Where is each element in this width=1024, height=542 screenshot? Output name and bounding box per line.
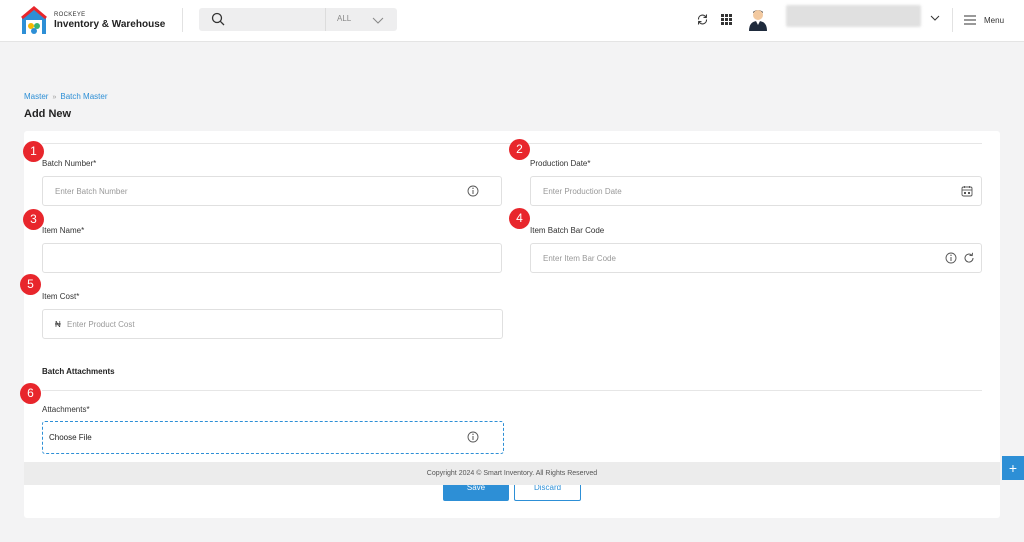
refresh-icon[interactable] [963,252,975,264]
item-cost-input[interactable]: ₦ Enter Product Cost [42,309,503,339]
production-date-placeholder: Enter Production Date [543,187,622,196]
attachments-label: Attachments* [42,405,90,414]
chevron-down-icon[interactable] [930,14,940,22]
divider [42,390,982,391]
divider [182,8,183,32]
breadcrumb-batch-master[interactable]: Batch Master [60,92,107,101]
search-scope-select[interactable]: ALL [337,14,351,23]
breadcrumb-separator: » [52,94,57,101]
user-avatar[interactable] [747,7,769,31]
breadcrumb: Master » Batch Master [24,92,108,101]
batch-number-label: Batch Number* [42,159,97,168]
search-icon[interactable] [211,12,225,26]
breadcrumb-master[interactable]: Master [24,92,48,101]
calendar-icon[interactable] [961,185,973,197]
user-info-redacted[interactable] [786,5,921,27]
file-upload-dropzone[interactable]: Choose File [42,421,504,454]
item-barcode-placeholder: Enter Item Bar Code [543,254,616,263]
top-bar: ROCKEYE Inventory & Warehouse ALL Menu [0,0,1024,42]
step-badge-5: 5 [20,274,41,295]
batch-attachments-heading: Batch Attachments [42,367,115,376]
refresh-icon[interactable] [696,13,709,26]
brand-logo[interactable] [20,6,48,36]
chevron-down-icon[interactable] [372,15,384,25]
step-badge-2: 2 [509,139,530,160]
choose-file-button[interactable]: Choose File [49,433,92,442]
divider [952,8,953,32]
info-icon[interactable] [467,431,479,443]
brand-name: Inventory & Warehouse [54,19,166,30]
production-date-input[interactable]: Enter Production Date [530,176,982,206]
production-date-label: Production Date* [530,159,591,168]
step-badge-1: 1 [23,141,44,162]
apps-grid-icon[interactable] [720,13,733,26]
search-divider [325,8,326,31]
info-icon[interactable] [467,185,479,197]
global-search[interactable]: ALL [199,8,397,31]
item-cost-placeholder: Enter Product Cost [67,320,135,329]
hamburger-menu-icon[interactable] [964,15,976,25]
step-badge-4: 4 [509,208,530,229]
page-title: Add New [24,108,72,120]
item-barcode-label: Item Batch Bar Code [530,226,605,235]
currency-symbol: ₦ [55,320,61,329]
item-name-label: Item Name* [42,226,85,235]
info-icon[interactable] [945,252,957,264]
item-cost-label: Item Cost* [42,292,80,301]
copyright-footer: Copyright 2024 © Smart Inventory. All Ri… [24,462,1000,485]
floating-add-button[interactable]: + [1002,456,1024,480]
step-badge-3: 3 [23,209,44,230]
batch-number-placeholder: Enter Batch Number [55,187,128,196]
batch-number-input[interactable]: Enter Batch Number [42,176,502,206]
menu-label[interactable]: Menu [984,16,1004,25]
step-badge-6: 6 [20,383,41,404]
brand-tagline: ROCKEYE [54,12,86,18]
item-barcode-input[interactable]: Enter Item Bar Code [530,243,982,273]
item-name-input[interactable] [42,243,502,273]
